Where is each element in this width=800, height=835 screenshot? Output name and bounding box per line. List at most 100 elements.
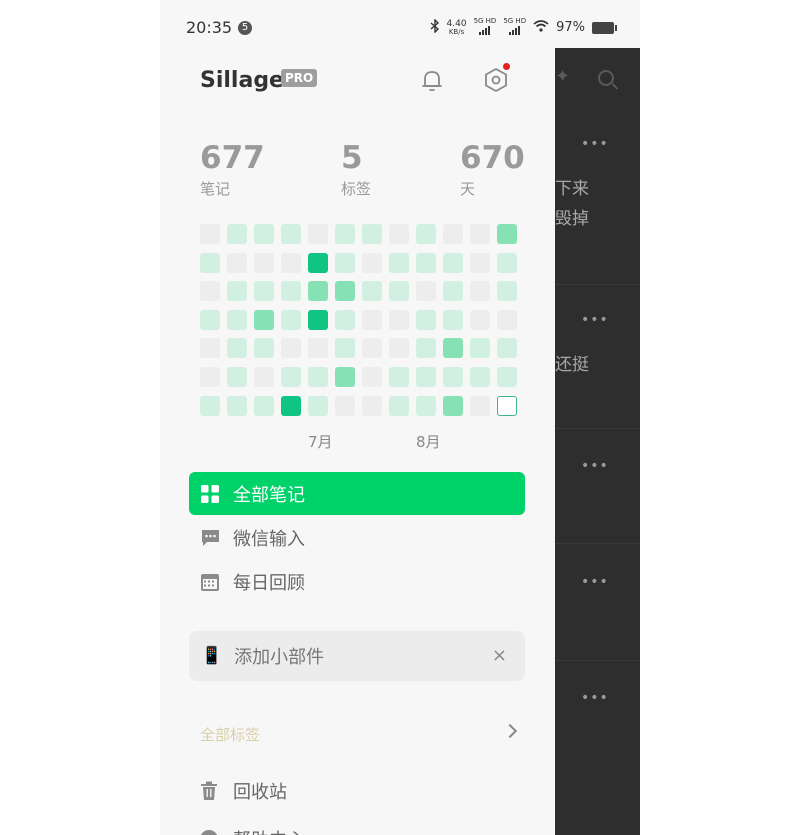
heatmap-cell[interactable]: [335, 395, 355, 416]
heatmap-cell[interactable]: [443, 224, 463, 244]
nav-wechat-input[interactable]: 微信输入: [189, 516, 525, 559]
heatmap-cell-today[interactable]: [497, 395, 517, 416]
more-dots-icon[interactable]: •••: [581, 312, 609, 328]
heatmap-cell[interactable]: [227, 338, 247, 359]
heatmap-cell[interactable]: [308, 338, 328, 359]
heatmap-cell[interactable]: [470, 252, 490, 273]
heatmap-cell[interactable]: [281, 309, 301, 330]
heatmap-cell[interactable]: [497, 367, 517, 387]
heatmap-cell[interactable]: [254, 395, 274, 416]
heatmap-cell[interactable]: [200, 309, 220, 330]
heatmap-cell[interactable]: [227, 281, 247, 302]
heatmap-cell[interactable]: [254, 309, 274, 330]
heatmap-cell[interactable]: [281, 367, 301, 387]
heatmap-cell[interactable]: [416, 395, 436, 416]
heatmap-cell[interactable]: [470, 224, 490, 244]
stat-notes[interactable]: 677 笔记: [200, 140, 265, 199]
heatmap-cell[interactable]: [470, 281, 490, 302]
heatmap-cell[interactable]: [308, 252, 328, 273]
heatmap-cell[interactable]: [335, 367, 355, 387]
notifications-button[interactable]: [418, 66, 446, 94]
heatmap-cell[interactable]: [497, 338, 517, 359]
heatmap-cell[interactable]: [470, 309, 490, 330]
heatmap-cell[interactable]: [443, 252, 463, 273]
heatmap-cell[interactable]: [254, 338, 274, 359]
heatmap-cell[interactable]: [308, 309, 328, 330]
heatmap-cell[interactable]: [200, 338, 220, 359]
heatmap-cell[interactable]: [200, 224, 220, 244]
heatmap-cell[interactable]: [335, 338, 355, 359]
heatmap-cell[interactable]: [335, 309, 355, 330]
heatmap-cell[interactable]: [497, 252, 517, 273]
nav-daily-review[interactable]: 每日回顾: [189, 560, 525, 603]
heatmap-cell[interactable]: [281, 252, 301, 273]
heatmap-cell[interactable]: [308, 395, 328, 416]
heatmap-cell[interactable]: [389, 309, 409, 330]
stat-tags[interactable]: 5 标签: [341, 140, 371, 199]
sparkle-icon[interactable]: ✦: [555, 66, 570, 87]
heatmap-cell[interactable]: [497, 224, 517, 244]
heatmap-cell[interactable]: [362, 309, 382, 330]
heatmap-cell[interactable]: [281, 395, 301, 416]
heatmap-cell[interactable]: [227, 395, 247, 416]
heatmap-cell[interactable]: [470, 338, 490, 359]
heatmap-cell[interactable]: [362, 338, 382, 359]
heatmap-cell[interactable]: [362, 224, 382, 244]
search-icon[interactable]: [598, 70, 614, 86]
heatmap-cell[interactable]: [470, 367, 490, 387]
heatmap-cell[interactable]: [497, 281, 517, 302]
heatmap-cell[interactable]: [281, 338, 301, 359]
heatmap-cell[interactable]: [389, 367, 409, 387]
heatmap-cell[interactable]: [389, 395, 409, 416]
heatmap-cell[interactable]: [335, 281, 355, 302]
heatmap-cell[interactable]: [308, 367, 328, 387]
heatmap-cell[interactable]: [227, 252, 247, 273]
more-dots-icon[interactable]: •••: [581, 458, 609, 474]
heatmap-cell[interactable]: [335, 252, 355, 273]
heatmap-cell[interactable]: [200, 395, 220, 416]
heatmap-cell[interactable]: [443, 338, 463, 359]
heatmap-cell[interactable]: [416, 224, 436, 244]
close-icon[interactable]: ×: [492, 645, 507, 666]
all-tags-link[interactable]: 全部标签: [200, 723, 518, 748]
more-dots-icon[interactable]: •••: [581, 136, 609, 152]
heatmap-cell[interactable]: [308, 224, 328, 244]
heatmap-cell[interactable]: [254, 367, 274, 387]
heatmap-cell[interactable]: [281, 281, 301, 302]
heatmap-cell[interactable]: [362, 281, 382, 302]
heatmap-cell[interactable]: [416, 338, 436, 359]
background-app-pane[interactable]: ✦ ••• 下来 毁掉 ••• 还挺 ••• ••• •••: [555, 48, 640, 835]
heatmap-cell[interactable]: [416, 367, 436, 387]
heatmap-cell[interactable]: [335, 224, 355, 244]
heatmap-cell[interactable]: [389, 338, 409, 359]
heatmap-cell[interactable]: [443, 281, 463, 302]
heatmap-cell[interactable]: [443, 367, 463, 387]
nav-trash[interactable]: 回收站: [200, 778, 287, 804]
heatmap-cell[interactable]: [200, 252, 220, 273]
heatmap-cell[interactable]: [389, 252, 409, 273]
add-widget-card[interactable]: 📱 添加小部件 ×: [189, 631, 525, 681]
more-dots-icon[interactable]: •••: [581, 574, 609, 590]
heatmap-cell[interactable]: [200, 281, 220, 302]
heatmap-cell[interactable]: [416, 281, 436, 302]
heatmap-cell[interactable]: [470, 395, 490, 416]
more-dots-icon[interactable]: •••: [581, 690, 609, 706]
nav-help-center[interactable]: ? 帮助中心: [200, 826, 305, 835]
heatmap-cell[interactable]: [254, 281, 274, 302]
pro-badge[interactable]: PRO: [281, 69, 318, 87]
heatmap-cell[interactable]: [254, 252, 274, 273]
heatmap-cell[interactable]: [497, 309, 517, 330]
heatmap-cell[interactable]: [227, 224, 247, 244]
stat-days[interactable]: 670 天: [460, 140, 525, 199]
nav-all-notes[interactable]: 全部笔记: [189, 472, 525, 515]
heatmap-cell[interactable]: [308, 281, 328, 302]
heatmap-cell[interactable]: [362, 395, 382, 416]
heatmap-cell[interactable]: [443, 395, 463, 416]
heatmap-cell[interactable]: [281, 224, 301, 244]
heatmap-cell[interactable]: [254, 224, 274, 244]
heatmap-cell[interactable]: [362, 252, 382, 273]
heatmap-cell[interactable]: [416, 309, 436, 330]
heatmap-cell[interactable]: [443, 309, 463, 330]
heatmap-cell[interactable]: [227, 367, 247, 387]
heatmap-cell[interactable]: [200, 367, 220, 387]
